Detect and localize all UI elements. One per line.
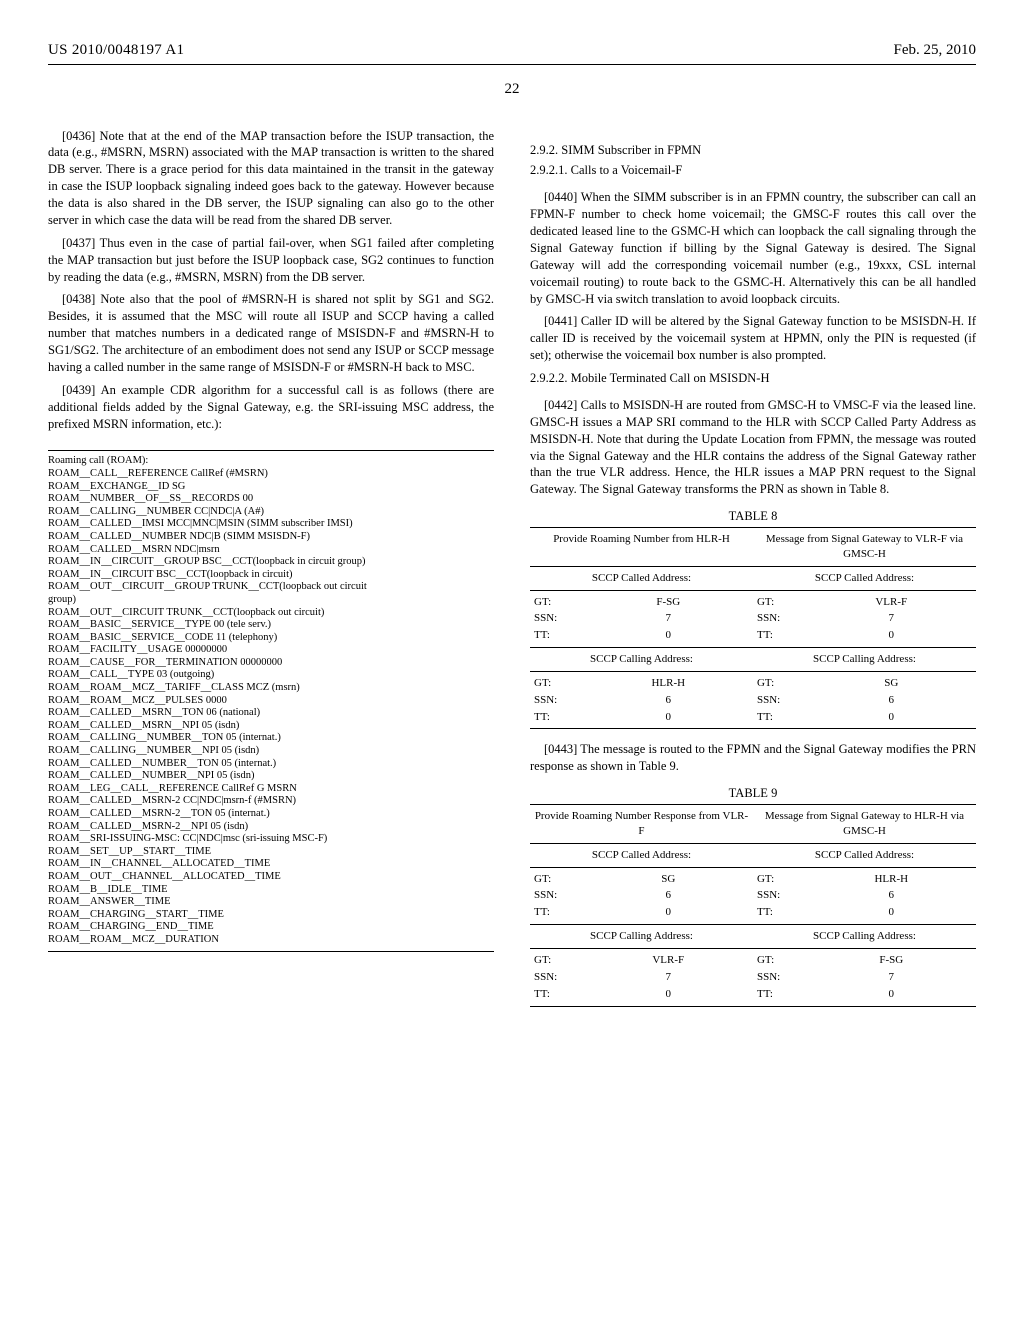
page-header: US 2010/0048197 A1 Feb. 25, 2010 [48,40,976,60]
cdr-line: ROAM__OUT__CIRCUIT__GROUP TRUNK__CCT(loo… [48,581,494,594]
cdr-line: ROAM__NUMBER__OF__SS__RECORDS 00 [48,493,494,506]
cdr-line: ROAM__IN__CIRCUIT__GROUP BSC__CCT(loopba… [48,556,494,569]
paragraph-0437: [0437] Thus even in the case of partial … [48,235,494,286]
cdr-line: ROAM__OUT__CIRCUIT TRUNK__CCT(loopback o… [48,607,494,620]
section-2-9-2-1: 2.9.2.1. Calls to a Voicemail-F [530,162,976,179]
cdr-line: ROAM__CHARGING__START__TIME [48,909,494,922]
cdr-line: ROAM__CALL__TYPE 03 (outgoing) [48,669,494,682]
cdr-line: ROAM__EXCHANGE__ID SG [48,481,494,494]
paragraph-0439: [0439] An example CDR algorithm for a su… [48,382,494,433]
cdr-line: ROAM__CALL__REFERENCE CallRef (#MSRN) [48,468,494,481]
cdr-line: ROAM__B__IDLE__TIME [48,884,494,897]
cdr-line: ROAM__ROAM__MCZ__TARIFF__CLASS MCZ (msrn… [48,682,494,695]
cdr-line: ROAM__CALLED__MSRN-2__NPI 05 (isdn) [48,821,494,834]
paragraph-0442: [0442] Calls to MSISDN-H are routed from… [530,397,976,498]
cdr-line: ROAM__BASIC__SERVICE__TYPE 00 (tele serv… [48,619,494,632]
cdr-line: ROAM__LEG__CALL__REFERENCE CallRef G MSR… [48,783,494,796]
cdr-line: ROAM__CALLED__MSRN NDC|msrn [48,544,494,557]
cdr-line: ROAM__SET__UP__START__TIME [48,846,494,859]
section-2-9-2: 2.9.2. SIMM Subscriber in FPMN [530,142,976,159]
table-9: Provide Roaming Number Response from VLR… [530,804,976,1006]
paragraph-0436: [0436] Note that at the end of the MAP t… [48,128,494,229]
cdr-line: ROAM__BASIC__SERVICE__CODE 11 (telephony… [48,632,494,645]
paragraph-0443: [0443] The message is routed to the FPMN… [530,741,976,775]
cdr-line: ROAM__CALLED__MSRN__NPI 05 (isdn) [48,720,494,733]
cdr-line: ROAM__CALLING__NUMBER CC|NDC|A (A#) [48,506,494,519]
table-8: Provide Roaming Number from HLR-HMessage… [530,527,976,729]
cdr-line: ROAM__FACILITY__USAGE 00000000 [48,644,494,657]
cdr-line: ROAM__IN__CHANNEL__ALLOCATED__TIME [48,858,494,871]
cdr-line: ROAM__CALLING__NUMBER__TON 05 (internat.… [48,732,494,745]
cdr-line: ROAM__CHARGING__END__TIME [48,921,494,934]
cdr-line: ROAM__CALLED__IMSI MCC|MNC|MSIN (SIMM su… [48,518,494,531]
table-9-caption: TABLE 9 [530,785,976,802]
cdr-line: group) [48,594,494,607]
page-number: 22 [48,79,976,99]
cdr-line: Roaming call (ROAM): [48,455,494,468]
cdr-line: ROAM__CALLED__NUMBER NDC|B (SIMM MSISDN-… [48,531,494,544]
cdr-listing: Roaming call (ROAM):ROAM__CALL__REFERENC… [48,450,494,951]
paragraph-0441: [0441] Caller ID will be altered by the … [530,313,976,364]
header-rule [48,64,976,65]
paragraph-0438: [0438] Note also that the pool of #MSRN-… [48,291,494,375]
publication-number: US 2010/0048197 A1 [48,40,184,60]
cdr-line: ROAM__ROAM__MCZ__PULSES 0000 [48,695,494,708]
cdr-line: ROAM__CALLED__NUMBER__TON 05 (internat.) [48,758,494,771]
right-column: 2.9.2. SIMM Subscriber in FPMN 2.9.2.1. … [530,128,976,1007]
left-column: [0436] Note that at the end of the MAP t… [48,128,494,1007]
cdr-line: ROAM__IN__CIRCUIT BSC__CCT(loopback in c… [48,569,494,582]
publication-date: Feb. 25, 2010 [894,40,977,60]
cdr-line: ROAM__SRI-ISSUING-MSC: CC|NDC|msc (sri-i… [48,833,494,846]
section-2-9-2-2: 2.9.2.2. Mobile Terminated Call on MSISD… [530,370,976,387]
cdr-line: ROAM__ROAM__MCZ__DURATION [48,934,494,947]
cdr-line: ROAM__ANSWER__TIME [48,896,494,909]
cdr-line: ROAM__CALLING__NUMBER__NPI 05 (isdn) [48,745,494,758]
table-8-caption: TABLE 8 [530,508,976,525]
cdr-line: ROAM__CALLED__MSRN-2__TON 05 (internat.) [48,808,494,821]
cdr-line: ROAM__OUT__CHANNEL__ALLOCATED__TIME [48,871,494,884]
cdr-line: ROAM__CALLED__MSRN__TON 06 (national) [48,707,494,720]
two-column-layout: [0436] Note that at the end of the MAP t… [48,128,976,1007]
cdr-line: ROAM__CALLED__MSRN-2 CC|NDC|msrn-f (#MSR… [48,795,494,808]
paragraph-0440: [0440] When the SIMM subscriber is in an… [530,189,976,307]
cdr-line: ROAM__CALLED__NUMBER__NPI 05 (isdn) [48,770,494,783]
cdr-line: ROAM__CAUSE__FOR__TERMINATION 00000000 [48,657,494,670]
